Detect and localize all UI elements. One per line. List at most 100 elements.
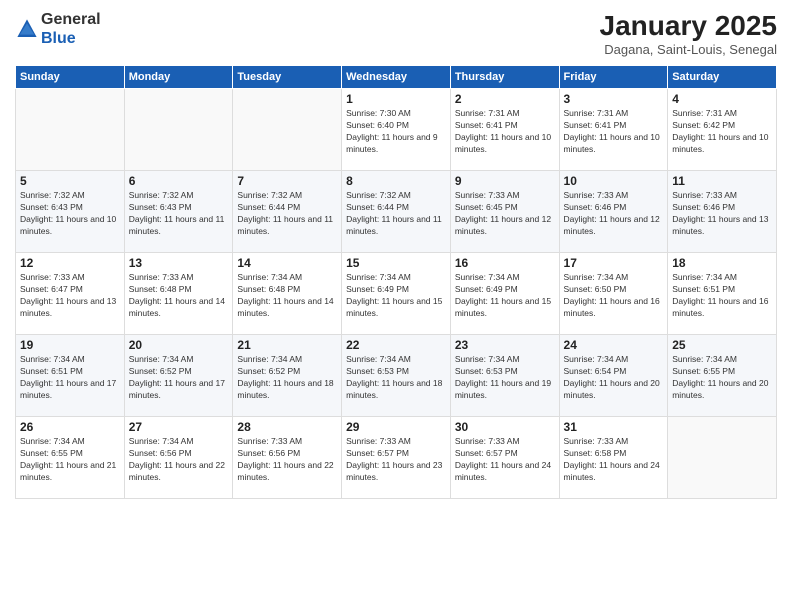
table-row: 7Sunrise: 7:32 AM Sunset: 6:44 PM Daylig… <box>233 171 342 253</box>
table-row <box>233 89 342 171</box>
table-row: 25 Sunrise: 7:34 AM Sunset: 6:55 PM Dayli… <box>668 335 777 417</box>
table-row: 15 Sunrise: 7:34 AM Sunset: 6:49 PM Dayli… <box>342 253 451 335</box>
table-row: 12 Sunrise: 7:33 AM Sunset: 6:47 PM Dayli… <box>16 253 125 335</box>
table-row: 3 Sunrise: 7:31 AM Sunset: 6:41 PM Daylig… <box>559 89 668 171</box>
day-info: Sunrise: 7:31 AM Sunset: 6:41 PM Dayligh… <box>455 108 555 156</box>
day-info: Sunrise: 7:34 AM Sunset: 6:50 PM Dayligh… <box>564 272 664 320</box>
day-info: Sunrise: 7:33 AM Sunset: 6:58 PM Dayligh… <box>564 436 664 484</box>
table-row: 19 Sunrise: 7:34 AM Sunset: 6:51 PM Dayli… <box>16 335 125 417</box>
week-row-3: 19 Sunrise: 7:34 AM Sunset: 6:51 PM Dayli… <box>16 335 777 417</box>
day-info: Sunrise: 7:34 AM Sunset: 6:56 PM Dayligh… <box>129 436 229 484</box>
day-info: Sunrise: 7:34 AM Sunset: 6:52 PM Dayligh… <box>129 354 229 402</box>
location: Dagana, Saint-Louis, Senegal <box>600 42 777 57</box>
table-row: 13Sunrise: 7:33 AM Sunset: 6:48 PM Dayli… <box>124 253 233 335</box>
day-number: 9 <box>455 174 555 188</box>
day-number: 5 <box>20 174 120 188</box>
day-info: Sunrise: 7:34 AM Sunset: 6:49 PM Dayligh… <box>346 272 446 320</box>
day-info: Sunrise: 7:33 AM Sunset: 6:47 PM Dayligh… <box>20 272 120 320</box>
table-row: 14Sunrise: 7:34 AM Sunset: 6:48 PM Dayli… <box>233 253 342 335</box>
table-row: 16 Sunrise: 7:34 AM Sunset: 6:49 PM Dayli… <box>450 253 559 335</box>
table-row: 30Sunrise: 7:33 AM Sunset: 6:57 PM Dayli… <box>450 417 559 499</box>
logo-blue: Blue <box>41 30 76 47</box>
table-row: 18Sunrise: 7:34 AM Sunset: 6:51 PM Dayli… <box>668 253 777 335</box>
day-number: 3 <box>564 92 664 106</box>
day-number: 16 <box>455 256 555 270</box>
table-row: 17 Sunrise: 7:34 AM Sunset: 6:50 PM Dayli… <box>559 253 668 335</box>
header-sunday: Sunday <box>16 66 125 89</box>
logo-general: General <box>41 11 101 28</box>
day-number: 26 <box>20 420 120 434</box>
week-row-1: 5 Sunrise: 7:32 AM Sunset: 6:43 PM Daylig… <box>16 171 777 253</box>
day-number: 19 <box>20 338 120 352</box>
day-info: Sunrise: 7:32 AM Sunset: 6:43 PM Dayligh… <box>129 190 229 238</box>
day-info: Sunrise: 7:31 AM Sunset: 6:42 PM Dayligh… <box>672 108 772 156</box>
day-number: 25 <box>672 338 772 352</box>
table-row: 11 Sunrise: 7:33 AM Sunset: 6:46 PM Dayli… <box>668 171 777 253</box>
day-info: Sunrise: 7:34 AM Sunset: 6:55 PM Dayligh… <box>20 436 120 484</box>
table-row <box>124 89 233 171</box>
day-info: Sunrise: 7:34 AM Sunset: 6:51 PM Dayligh… <box>20 354 120 402</box>
table-row: 20 Sunrise: 7:34 AM Sunset: 6:52 PM Dayli… <box>124 335 233 417</box>
day-number: 30 <box>455 420 555 434</box>
day-number: 22 <box>346 338 446 352</box>
logo: General Blue <box>15 10 101 48</box>
day-info: Sunrise: 7:33 AM Sunset: 6:56 PM Dayligh… <box>237 436 337 484</box>
day-number: 11 <box>672 174 772 188</box>
day-number: 20 <box>129 338 229 352</box>
day-number: 8 <box>346 174 446 188</box>
day-info: Sunrise: 7:33 AM Sunset: 6:46 PM Dayligh… <box>564 190 664 238</box>
logo-icon <box>15 17 39 41</box>
table-row: 28Sunrise: 7:33 AM Sunset: 6:56 PM Dayli… <box>233 417 342 499</box>
header-monday: Monday <box>124 66 233 89</box>
day-number: 21 <box>237 338 337 352</box>
day-info: Sunrise: 7:32 AM Sunset: 6:43 PM Dayligh… <box>20 190 120 238</box>
table-row <box>668 417 777 499</box>
table-row: 8Sunrise: 7:32 AM Sunset: 6:44 PM Daylig… <box>342 171 451 253</box>
week-row-0: 1 Sunrise: 7:30 AM Sunset: 6:40 PM Daylig… <box>16 89 777 171</box>
day-number: 12 <box>20 256 120 270</box>
page: General Blue January 2025 Dagana, Saint-… <box>0 0 792 612</box>
table-row: 23 Sunrise: 7:34 AM Sunset: 6:53 PM Dayli… <box>450 335 559 417</box>
day-number: 24 <box>564 338 664 352</box>
day-info: Sunrise: 7:34 AM Sunset: 6:49 PM Dayligh… <box>455 272 555 320</box>
table-row: 2 Sunrise: 7:31 AM Sunset: 6:41 PM Daylig… <box>450 89 559 171</box>
header-wednesday: Wednesday <box>342 66 451 89</box>
header-thursday: Thursday <box>450 66 559 89</box>
day-number: 17 <box>564 256 664 270</box>
day-number: 4 <box>672 92 772 106</box>
day-info: Sunrise: 7:34 AM Sunset: 6:51 PM Dayligh… <box>672 272 772 320</box>
day-number: 23 <box>455 338 555 352</box>
table-row: 31 Sunrise: 7:33 AM Sunset: 6:58 PM Dayli… <box>559 417 668 499</box>
table-row: 5 Sunrise: 7:32 AM Sunset: 6:43 PM Daylig… <box>16 171 125 253</box>
day-number: 15 <box>346 256 446 270</box>
day-info: Sunrise: 7:34 AM Sunset: 6:55 PM Dayligh… <box>672 354 772 402</box>
day-number: 10 <box>564 174 664 188</box>
table-row: 10 Sunrise: 7:33 AM Sunset: 6:46 PM Dayli… <box>559 171 668 253</box>
week-row-2: 12 Sunrise: 7:33 AM Sunset: 6:47 PM Dayli… <box>16 253 777 335</box>
table-row: 4 Sunrise: 7:31 AM Sunset: 6:42 PM Daylig… <box>668 89 777 171</box>
day-number: 14 <box>237 256 337 270</box>
day-number: 29 <box>346 420 446 434</box>
day-info: Sunrise: 7:33 AM Sunset: 6:48 PM Dayligh… <box>129 272 229 320</box>
day-number: 1 <box>346 92 446 106</box>
month-title: January 2025 <box>600 10 777 42</box>
day-info: Sunrise: 7:33 AM Sunset: 6:57 PM Dayligh… <box>346 436 446 484</box>
day-number: 31 <box>564 420 664 434</box>
day-info: Sunrise: 7:30 AM Sunset: 6:40 PM Dayligh… <box>346 108 446 156</box>
day-number: 7 <box>237 174 337 188</box>
table-row: 9Sunrise: 7:33 AM Sunset: 6:45 PM Daylig… <box>450 171 559 253</box>
day-number: 2 <box>455 92 555 106</box>
day-number: 6 <box>129 174 229 188</box>
day-info: Sunrise: 7:34 AM Sunset: 6:52 PM Dayligh… <box>237 354 337 402</box>
table-row: 21 Sunrise: 7:34 AM Sunset: 6:52 PM Dayli… <box>233 335 342 417</box>
table-row: 26 Sunrise: 7:34 AM Sunset: 6:55 PM Dayli… <box>16 417 125 499</box>
weekday-header-row: Sunday Monday Tuesday Wednesday Thursday… <box>16 66 777 89</box>
day-info: Sunrise: 7:34 AM Sunset: 6:53 PM Dayligh… <box>346 354 446 402</box>
table-row: 1 Sunrise: 7:30 AM Sunset: 6:40 PM Daylig… <box>342 89 451 171</box>
day-info: Sunrise: 7:31 AM Sunset: 6:41 PM Dayligh… <box>564 108 664 156</box>
day-info: Sunrise: 7:33 AM Sunset: 6:46 PM Dayligh… <box>672 190 772 238</box>
day-info: Sunrise: 7:34 AM Sunset: 6:53 PM Dayligh… <box>455 354 555 402</box>
day-info: Sunrise: 7:34 AM Sunset: 6:54 PM Dayligh… <box>564 354 664 402</box>
header: General Blue January 2025 Dagana, Saint-… <box>15 10 777 57</box>
title-block: January 2025 Dagana, Saint-Louis, Senega… <box>600 10 777 57</box>
